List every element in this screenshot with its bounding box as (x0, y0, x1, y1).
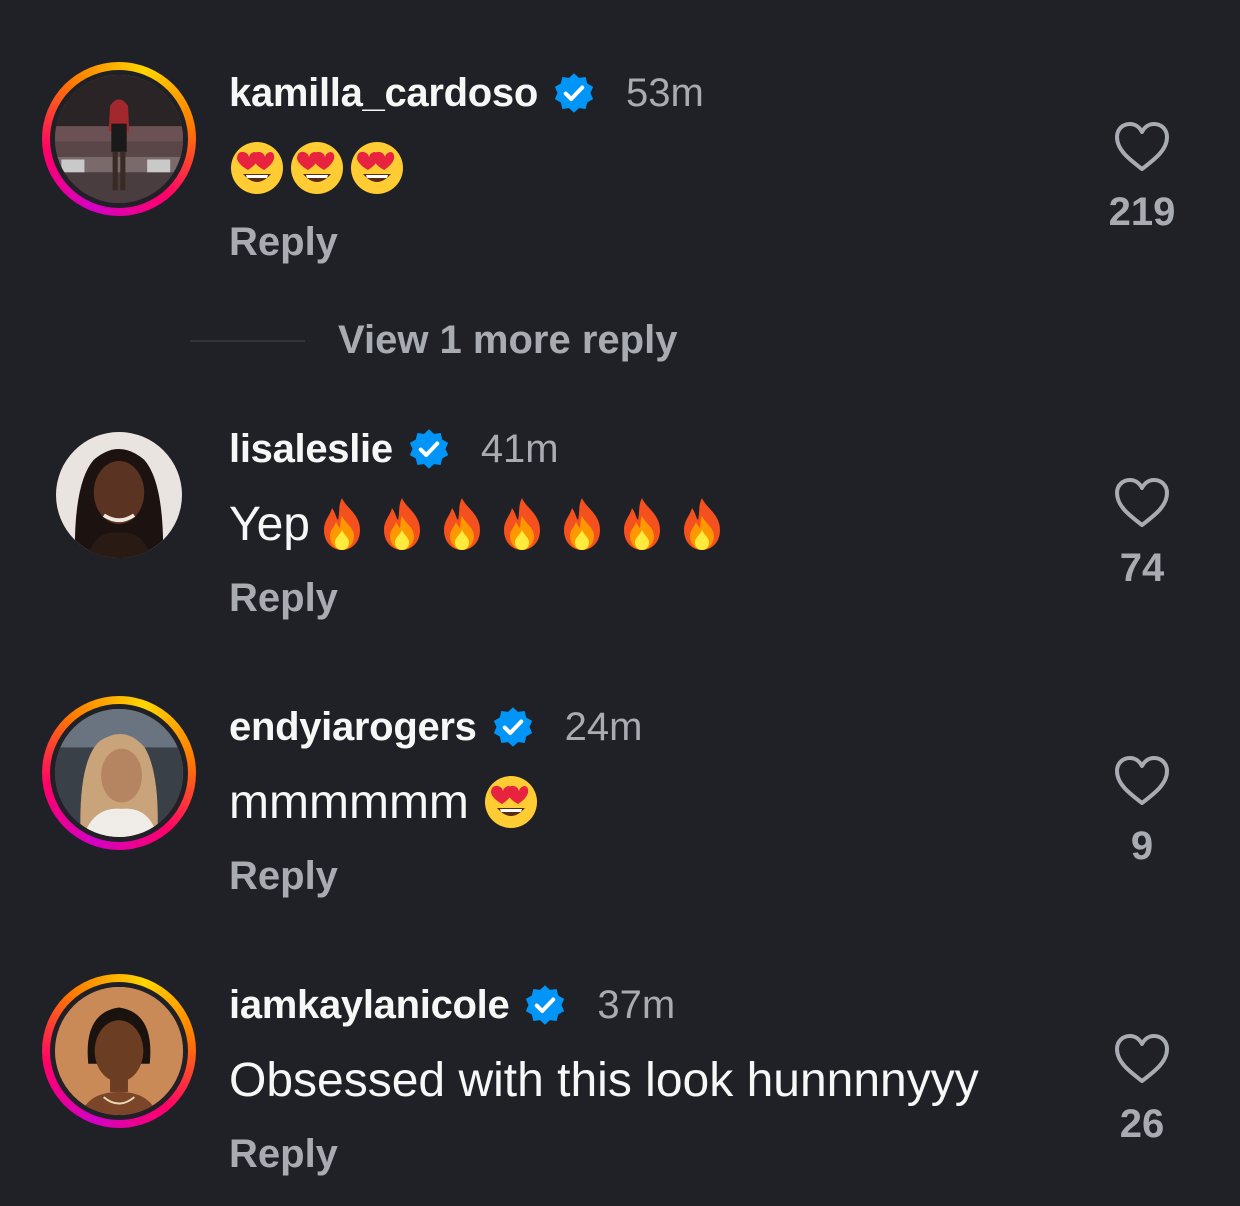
heart-outline-icon[interactable] (1113, 120, 1171, 172)
fire-emoji-icon (556, 496, 608, 552)
heart-outline-icon[interactable] (1113, 476, 1171, 528)
avatar[interactable] (42, 62, 196, 216)
comment-text-body: Obsessed with this look hunnnnyyy (229, 1053, 979, 1107)
reply-button[interactable]: Reply (229, 220, 338, 265)
comment-text: Obsessed with this look hunnnnyyy (229, 1050, 979, 1110)
like-count: 9 (1130, 824, 1154, 868)
like-control: 9 (1102, 754, 1182, 869)
heart-eyes-emoji-icon (289, 140, 345, 196)
avatar-photo (56, 432, 182, 558)
heart-eyes-emoji-icon (349, 140, 405, 196)
avatar-photo (50, 70, 188, 208)
fire-emoji-icon (316, 496, 368, 552)
reply-button[interactable]: Reply (229, 1132, 338, 1177)
verified-badge-icon (523, 983, 567, 1027)
heart-eyes-emoji-icon (483, 774, 539, 830)
heart-outline-icon[interactable] (1113, 754, 1171, 806)
avatar[interactable] (42, 974, 196, 1128)
username[interactable]: iamkaylanicole (229, 983, 510, 1028)
fire-emoji-icon (376, 496, 428, 552)
emoji-row (316, 496, 728, 552)
fire-emoji-icon (676, 496, 728, 552)
username[interactable]: lisaleslie (229, 427, 393, 472)
verified-badge-icon (552, 71, 596, 115)
like-count: 26 (1119, 1102, 1165, 1146)
like-control: 74 (1102, 476, 1182, 591)
view-more-replies-button[interactable]: View 1 more reply (338, 318, 677, 363)
comment-text-body: Yep (229, 497, 310, 551)
heart-outline-icon[interactable] (1113, 1032, 1171, 1084)
comment-text-body: mmmmmm (229, 775, 469, 829)
avatar-photo (50, 982, 188, 1120)
heart-eyes-emoji-icon (229, 140, 285, 196)
timestamp: 24m (564, 704, 643, 749)
comment-text: mmmmmm (229, 772, 539, 832)
timestamp: 41m (480, 426, 559, 471)
avatar[interactable] (42, 418, 196, 572)
like-count: 74 (1119, 546, 1165, 590)
avatar[interactable] (42, 696, 196, 850)
fire-emoji-icon (616, 496, 668, 552)
emoji-row (483, 774, 539, 830)
comment-text (229, 138, 405, 198)
verified-badge-icon (407, 427, 451, 471)
fire-emoji-icon (496, 496, 548, 552)
username[interactable]: endyiarogers (229, 705, 477, 750)
verified-badge-icon (491, 705, 535, 749)
reply-button[interactable]: Reply (229, 576, 338, 621)
username[interactable]: kamilla_cardoso (229, 71, 538, 116)
timestamp: 37m (597, 982, 676, 1027)
like-control: 219 (1102, 120, 1182, 235)
timestamp: 53m (626, 70, 704, 115)
replies-divider (190, 340, 305, 342)
fire-emoji-icon (436, 496, 488, 552)
like-count: 219 (1108, 190, 1176, 234)
comment-text: Yep (229, 494, 728, 554)
emoji-row (229, 140, 405, 196)
reply-button[interactable]: Reply (229, 854, 338, 899)
avatar-photo (50, 704, 188, 842)
like-control: 26 (1102, 1032, 1182, 1147)
